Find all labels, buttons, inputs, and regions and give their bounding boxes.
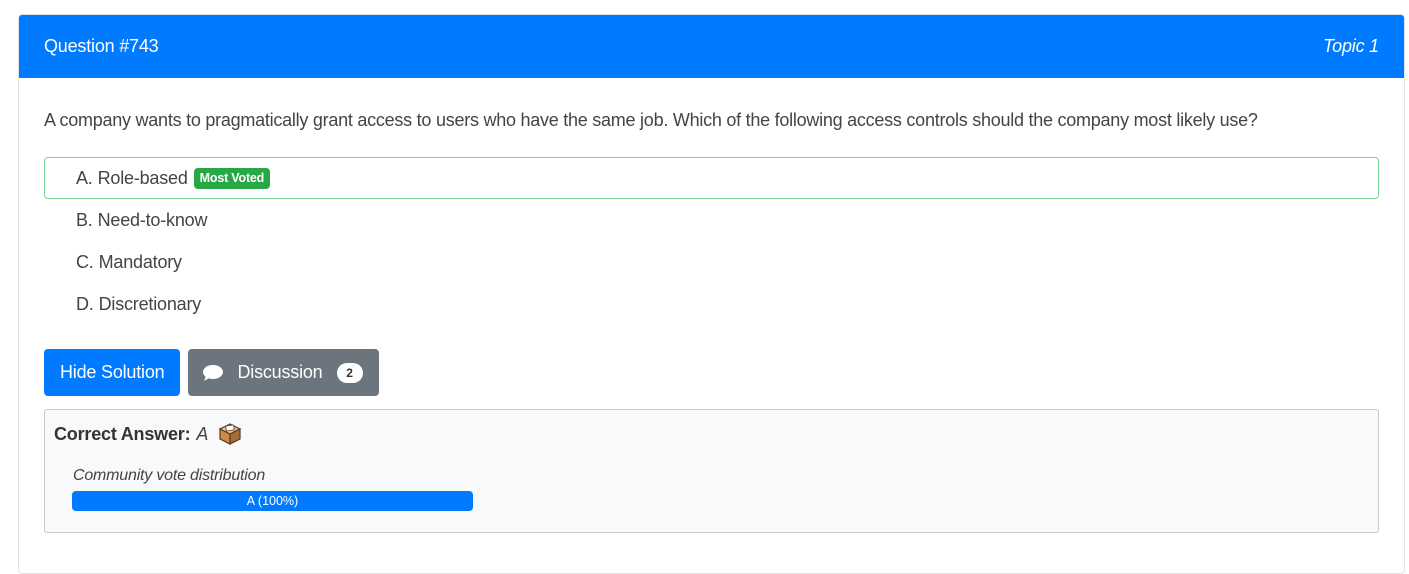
choices-list: A. Role-based Most Voted B. Need-to-know…: [44, 157, 1379, 325]
choice-b[interactable]: B. Need-to-know: [44, 199, 1379, 241]
discussion-label: Discussion: [237, 362, 323, 382]
discussion-button[interactable]: Discussion 2: [188, 349, 379, 396]
correct-answer-label: Correct Answer:: [54, 423, 191, 444]
most-voted-badge: Most Voted: [193, 167, 271, 189]
question-card: Question #743 Topic 1 A company wants to…: [18, 14, 1405, 574]
choice-letter: C.: [76, 251, 94, 272]
choice-d[interactable]: D. Discretionary: [44, 283, 1379, 325]
choice-text: Need-to-know: [97, 209, 208, 230]
speech-bubble-icon: [202, 364, 224, 382]
correct-answer-value: A: [196, 423, 209, 444]
question-body: A company wants to pragmatically grant a…: [19, 108, 1404, 533]
discussion-count-badge: 2: [336, 362, 363, 383]
ballot-box-icon: [218, 422, 242, 446]
choice-c[interactable]: C. Mandatory: [44, 241, 1379, 283]
choice-letter: D.: [76, 293, 94, 314]
question-text: A company wants to pragmatically grant a…: [44, 110, 1258, 130]
hide-solution-button[interactable]: Hide Solution: [44, 349, 181, 396]
choice-text: Role-based: [97, 167, 188, 188]
vote-distribution: Community vote distribution A (100%): [54, 467, 1369, 511]
correct-answer-line: Correct Answer: A: [54, 422, 1369, 446]
action-buttons: Hide Solution Discussion 2: [44, 349, 1379, 396]
choice-letter: A.: [76, 167, 93, 188]
vote-progress-bar: A (100%): [72, 491, 473, 511]
topic-label: Topic 1: [1323, 36, 1379, 56]
vote-distribution-title: Community vote distribution: [73, 467, 266, 484]
choice-text: Discretionary: [98, 293, 202, 314]
question-title: Question #743: [44, 36, 159, 56]
vote-progress-fill: A (100%): [72, 491, 473, 511]
choice-a[interactable]: A. Role-based Most Voted: [44, 157, 1379, 199]
choice-text: Mandatory: [98, 251, 182, 272]
question-header: Question #743 Topic 1: [19, 15, 1404, 78]
answer-box: Correct Answer: A Community vote distrib…: [44, 409, 1379, 533]
choice-letter: B.: [76, 209, 93, 230]
